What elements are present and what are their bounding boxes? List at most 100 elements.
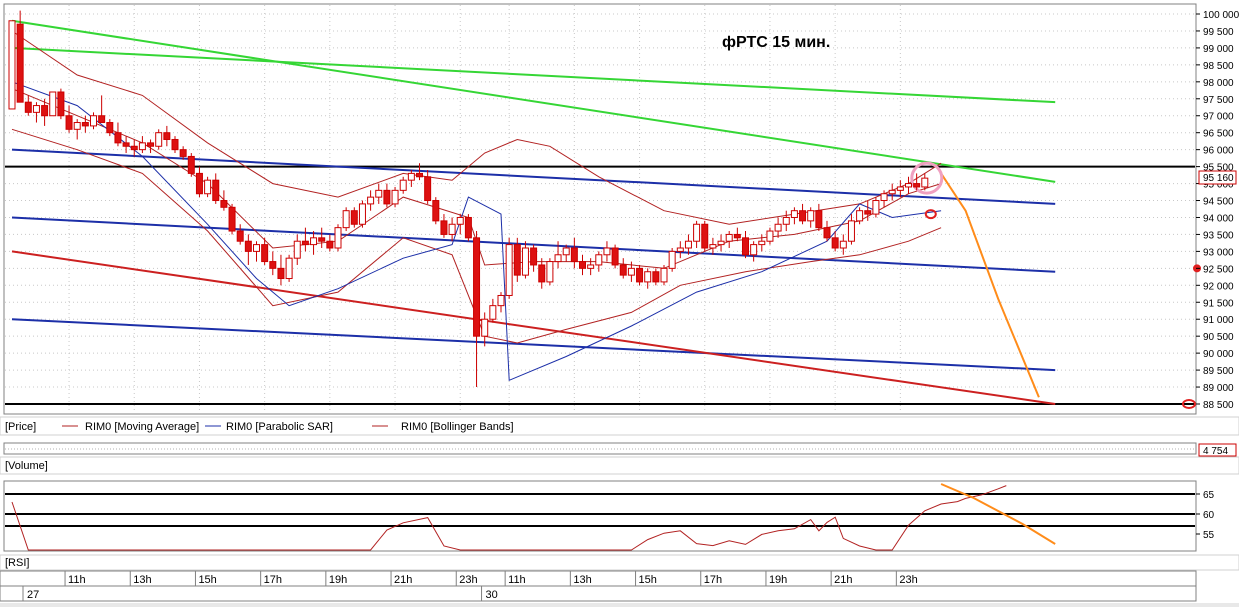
candle-body-up <box>521 247 529 276</box>
legend-ma-label: RIM0 [Moving Average] <box>85 421 199 433</box>
candle-body-down <box>114 132 122 144</box>
candle-body-down <box>187 155 195 174</box>
candle-body-down <box>65 115 73 130</box>
horizontal-scrollbar[interactable] <box>0 603 1239 607</box>
rts-futures-chart: 100 000 99 500 99 000 98 500 98 000 97 500 97 … <box>0 3 1239 607</box>
candle-body-up <box>334 227 342 249</box>
candle-body-down <box>799 210 807 222</box>
candle-body-down <box>122 142 130 147</box>
candle-body-down <box>261 244 269 263</box>
candle-body-down <box>81 122 89 127</box>
candle <box>668 248 676 272</box>
candle-body-down <box>440 220 448 235</box>
candle-body-down <box>106 122 114 134</box>
candle <box>872 197 880 218</box>
volume-title-bar <box>0 456 1239 475</box>
candle-body-up <box>644 271 652 283</box>
candle-body-up <box>587 264 595 269</box>
hour-label: 17h <box>704 574 722 586</box>
hour-label: 15h <box>198 574 216 586</box>
hour-label: 13h <box>133 574 151 586</box>
price-tick-label: 98 500 <box>1203 61 1234 72</box>
hour-label: 13h <box>573 574 591 586</box>
candle <box>546 258 554 286</box>
candle-body-up <box>807 210 815 222</box>
candle-body-down <box>130 145 138 151</box>
candle-body-up <box>872 200 880 215</box>
candle-body-up <box>481 318 489 337</box>
price-tick-label: 100 000 <box>1203 10 1239 21</box>
candle-body-down <box>277 267 285 280</box>
candle-body-down <box>424 176 432 202</box>
candle-body-up <box>693 223 701 242</box>
hour-label: 21h <box>394 574 412 586</box>
volume-panel-title[interactable]: [Volume] <box>5 460 48 472</box>
legend-price-label: [Price] <box>5 421 36 433</box>
hour-label: 21h <box>834 574 852 586</box>
candle-body-up <box>603 247 611 256</box>
hour-label: 11h <box>508 574 526 586</box>
candle-body-down <box>98 115 106 124</box>
candle <box>350 207 358 228</box>
candle <box>342 207 350 232</box>
price-tick-label: 94 000 <box>1203 213 1234 224</box>
candle <box>358 200 366 228</box>
price-tick-label: 92 500 <box>1203 264 1234 275</box>
candle-body-up <box>391 189 399 205</box>
candle-body-up <box>790 210 798 218</box>
candle-body-up <box>155 132 163 147</box>
price-tick-label: 99 500 <box>1203 27 1234 38</box>
candle-body-up <box>375 189 383 198</box>
candle-body-up <box>497 294 505 307</box>
candle-body-up <box>905 183 912 188</box>
candle-body-down <box>171 138 179 151</box>
candle-body-down <box>301 240 309 246</box>
candle-body-down <box>619 264 627 276</box>
price-tick-label: 89 000 <box>1203 383 1234 394</box>
candle-body-up <box>717 240 725 246</box>
price-tick-label: 93 500 <box>1203 230 1234 241</box>
candle-body-up <box>285 257 293 280</box>
candle <box>16 10 24 103</box>
price-tick-label: 97 000 <box>1203 112 1234 123</box>
candle-body-down <box>350 210 358 225</box>
price-tick-label: 96 000 <box>1203 146 1234 157</box>
candle-body-up <box>880 193 888 202</box>
rsi-panel-title[interactable]: [RSI] <box>5 557 29 569</box>
candle-body-down <box>24 101 32 113</box>
candle-body-up <box>456 216 464 225</box>
candle-body-up <box>399 179 407 191</box>
candle-body-down <box>318 237 326 242</box>
candle-body-down <box>228 206 236 232</box>
candle-body-up <box>358 203 366 225</box>
price-tick-label: 90 500 <box>1203 332 1234 343</box>
candle-body-down <box>530 247 538 266</box>
price-tick-label: 89 500 <box>1203 366 1234 377</box>
price-tick-label: 90 000 <box>1203 349 1234 360</box>
candle-body-down <box>57 91 65 117</box>
candle-body-up <box>709 244 717 249</box>
candle-body-up <box>546 261 554 283</box>
candle-body-up <box>595 254 603 266</box>
candle <box>611 244 619 269</box>
candle-body-down <box>416 172 423 178</box>
candle-body-up <box>684 240 692 249</box>
price-tick-label: 88 500 <box>1203 400 1234 411</box>
legend-sar-label: RIM0 [Parabolic SAR] <box>226 421 333 433</box>
candle-body-up <box>138 142 146 151</box>
candle <box>513 237 521 282</box>
rsi-panel <box>3 480 1197 552</box>
legend-price[interactable]: [Price] <box>5 421 36 433</box>
candle-body-down <box>815 210 823 229</box>
candle-body-down <box>733 233 741 239</box>
candle <box>49 91 57 117</box>
date-label: 30 <box>486 589 498 601</box>
date-label: 27 <box>27 589 39 601</box>
legend-bb-label: RIM0 [Bollinger Bands] <box>401 421 514 433</box>
price-axis: 100 000 99 500 99 000 98 500 98 000 97 500 97 … <box>1196 10 1239 411</box>
volume-value-label: 4 754 <box>1203 446 1228 457</box>
candle <box>505 237 513 299</box>
candle-body-up <box>367 196 375 205</box>
hour-label: 17h <box>264 574 282 586</box>
candle-body-down <box>163 132 171 140</box>
